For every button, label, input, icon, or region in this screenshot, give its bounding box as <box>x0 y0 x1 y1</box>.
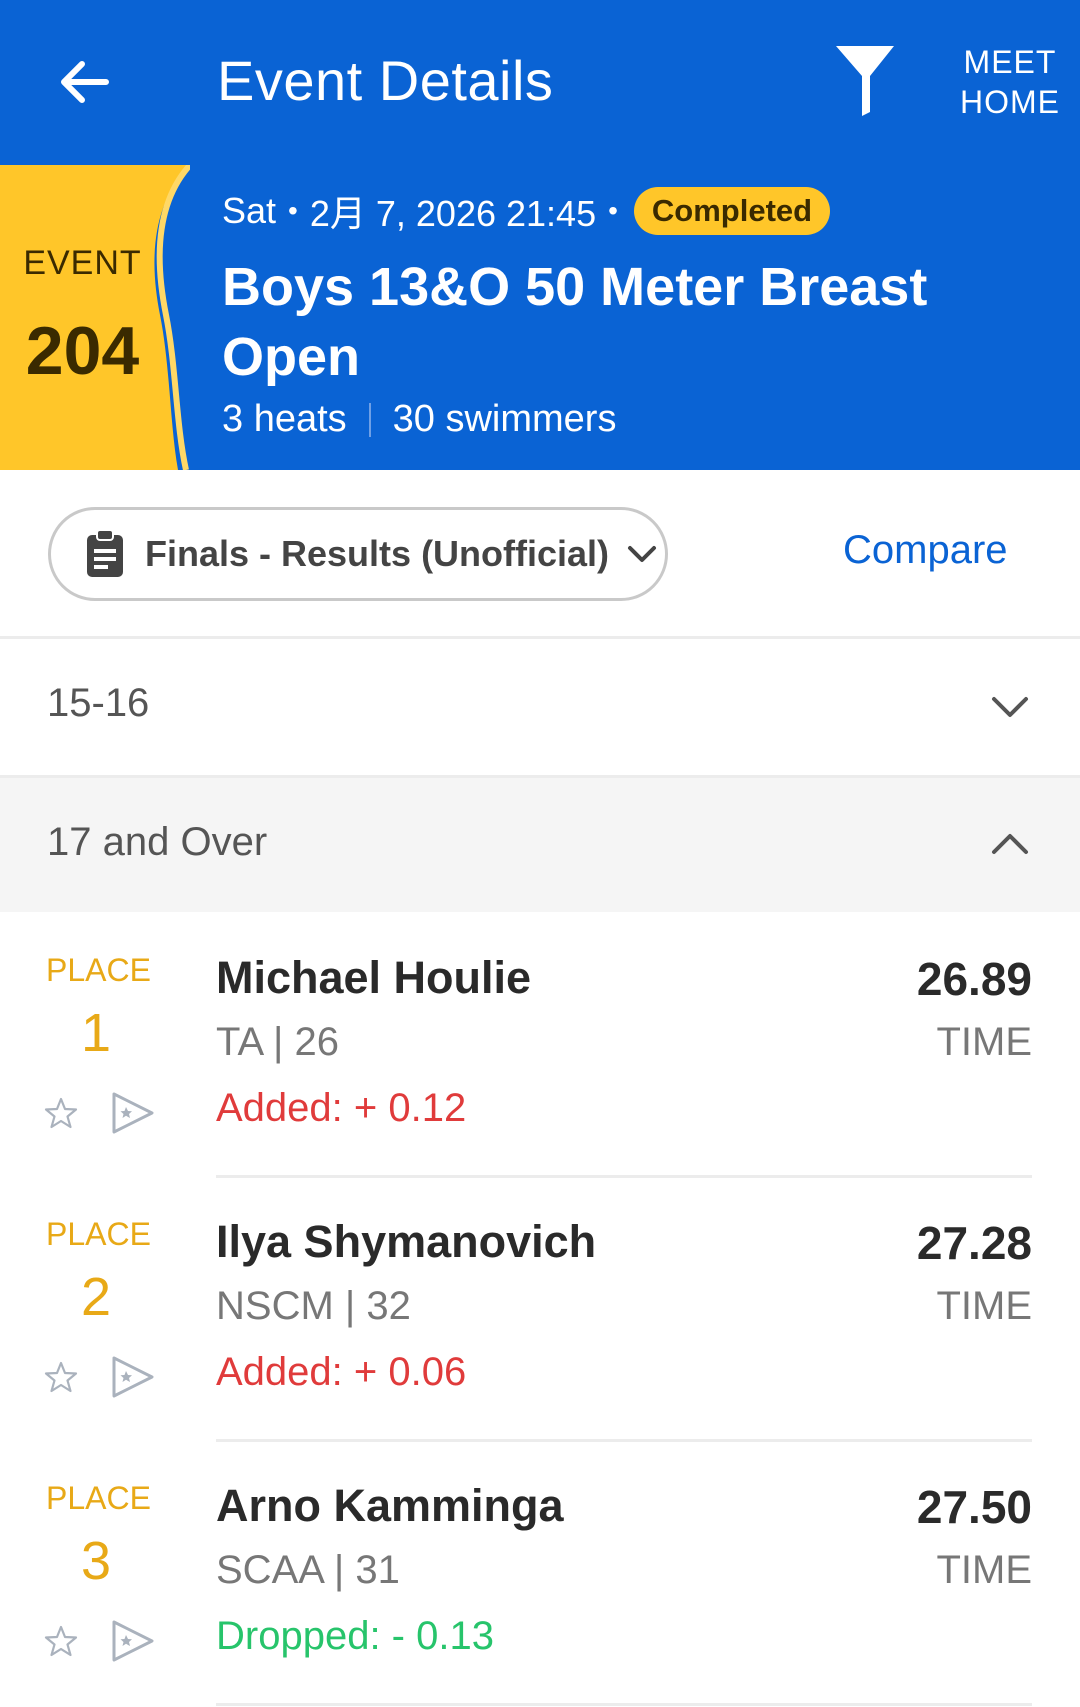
time-difference: Added: + 0.12 <box>216 1086 467 1130</box>
heats-count: 3 heats <box>222 398 347 440</box>
meet-home-label-line1: MEET <box>963 44 1057 80</box>
page-title: Event Details <box>217 49 554 112</box>
swimmer-team-age: SCAA | 31 <box>216 1548 400 1592</box>
swim-time: 26.89 <box>916 953 1032 1005</box>
time-difference: Dropped: - 0.13 <box>216 1614 494 1658</box>
place-number: 1 <box>80 1003 112 1063</box>
swim-time: 27.50 <box>916 1481 1032 1533</box>
meet-home-label-line2: HOME <box>960 84 1060 120</box>
round-select-dropdown[interactable]: Finals - Results (Unofficial) <box>48 507 668 601</box>
share-icon[interactable] <box>110 1618 156 1664</box>
event-datetime: 2月 7, 2026 21:45 <box>309 193 597 234</box>
swimmer-name: Arno Kamminga <box>216 1480 564 1531</box>
place-label: PLACE <box>46 952 151 988</box>
compare-link[interactable]: Compare <box>843 528 1008 573</box>
status-badge: Completed <box>633 187 831 235</box>
age-group-label: 15-16 <box>47 681 150 725</box>
row-divider <box>216 1439 1032 1442</box>
time-difference: Added: + 0.06 <box>216 1350 467 1394</box>
meet-home-button[interactable]: MEET HOME <box>950 42 1070 122</box>
time-label: TIME <box>936 1548 1032 1592</box>
share-icon[interactable] <box>110 1354 156 1400</box>
row-divider <box>216 1175 1032 1178</box>
swimmer-team-age: TA | 26 <box>216 1020 340 1064</box>
age-group-17-and-over[interactable]: 17 and Over <box>0 778 1080 912</box>
star-icon[interactable] <box>44 1360 78 1394</box>
time-label: TIME <box>936 1020 1032 1064</box>
swim-time: 27.28 <box>916 1217 1032 1269</box>
result-row[interactable]: PLACE 3 Arno Kamminga SCAA | 31 Dropped:… <box>0 1480 1080 1707</box>
stats-divider <box>368 402 371 437</box>
clipboard-icon <box>87 529 123 577</box>
chevron-down-icon <box>992 697 1028 717</box>
arrow-left-icon <box>61 61 109 103</box>
back-button[interactable] <box>52 50 116 114</box>
separator-dot: • <box>608 195 618 226</box>
age-group-15-16[interactable]: 15-16 <box>0 639 1080 775</box>
time-label: TIME <box>936 1284 1032 1328</box>
place-number: 2 <box>80 1267 112 1327</box>
separator-dot: • <box>288 195 298 226</box>
filter-button[interactable] <box>832 42 898 118</box>
place-label: PLACE <box>46 1480 151 1516</box>
round-select-label: Finals - Results (Unofficial) <box>145 533 610 574</box>
share-icon[interactable] <box>110 1090 156 1136</box>
swimmer-name: Ilya Shymanovich <box>216 1216 597 1267</box>
row-divider <box>216 1703 1032 1706</box>
event-meta: Sat • 2月 7, 2026 21:45 • Completed <box>222 186 831 236</box>
swimmer-team-age: NSCM | 32 <box>216 1284 411 1328</box>
swimmers-count: 30 swimmers <box>392 398 617 440</box>
event-name: Boys 13&O 50 Meter Breast Open <box>222 257 928 387</box>
event-number: 204 <box>25 313 140 389</box>
star-icon[interactable] <box>44 1096 78 1130</box>
place-label: PLACE <box>46 1216 151 1252</box>
age-group-label: 17 and Over <box>47 820 268 864</box>
event-stats: 3 heats 30 swimmers <box>222 398 616 441</box>
star-icon[interactable] <box>44 1624 78 1658</box>
chevron-up-icon <box>992 834 1028 854</box>
swimmer-name: Michael Houlie <box>216 952 532 1003</box>
event-day: Sat <box>222 190 277 231</box>
chevron-down-icon <box>628 546 657 562</box>
place-number: 3 <box>80 1531 112 1591</box>
filter-icon <box>836 46 894 116</box>
event-label: EVENT <box>23 244 142 282</box>
